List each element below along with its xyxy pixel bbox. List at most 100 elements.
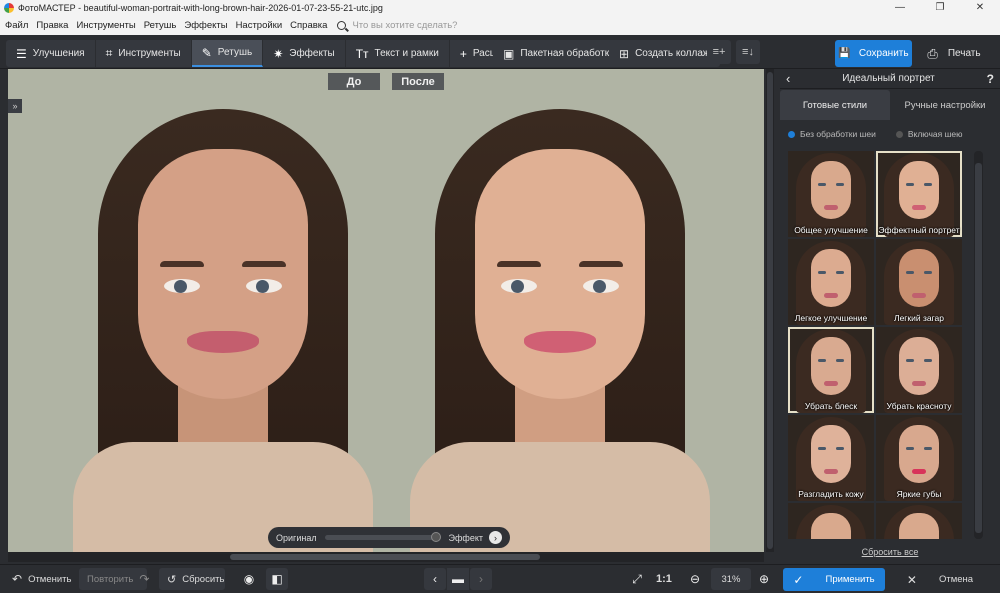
zoom-value[interactable]: 31% [711, 568, 751, 590]
lips [187, 331, 259, 353]
apply-button[interactable]: ✓ Применить [783, 568, 885, 591]
reset-button[interactable]: ↺ Сбросить [159, 568, 225, 590]
radio-with-neck[interactable]: Включая шею [895, 129, 963, 139]
zoom-out-icon[interactable]: ⊖ [684, 568, 706, 590]
bottom-bar: ↶ Отменить Повторить ↷ ↺ Сбросить ◉ ◧ ‹ ▬ ›… [0, 564, 1000, 593]
zoom-actual-size-button[interactable]: 1:1 [656, 568, 672, 590]
vertical-scrollbar[interactable] [766, 69, 774, 552]
tab-manual-settings[interactable]: Ручные настройки [890, 90, 1000, 120]
right-brow [579, 261, 623, 267]
folder-icon[interactable]: ▬ [447, 568, 469, 590]
undo-icon: ↶ [12, 572, 23, 586]
left-brow [497, 261, 541, 267]
redo-button[interactable]: Повторить ↷ [79, 568, 149, 590]
tab-tools[interactable]: ⌗ Инструменты [96, 40, 192, 67]
preset-thumbnail[interactable]: Разгладить кожу [788, 415, 874, 501]
preset-grid: Общее улучшение Эффектный портрет Легкое… [788, 151, 964, 539]
undo-button[interactable]: ↶ Отменить [12, 568, 71, 590]
menu-effects[interactable]: Эффекты [184, 20, 227, 31]
close-icon[interactable]: ✕ [960, 2, 1000, 13]
history-icon[interactable]: ≡↓ [736, 40, 760, 64]
cancel-button[interactable]: ✕ Отмена [890, 568, 990, 591]
preset-thumbnail[interactable]: Яркие губы [876, 415, 962, 501]
slider-handle[interactable] [430, 532, 441, 542]
menu-file[interactable]: Файл [5, 20, 28, 31]
chevron-left-icon[interactable]: ‹ [424, 568, 446, 590]
preset-thumbnail[interactable]: Общее улучшение [788, 151, 874, 237]
save-button[interactable]: 💾 Сохранить [835, 40, 912, 67]
maximize-icon[interactable]: ❐ [920, 2, 960, 13]
before-label: До [328, 73, 380, 90]
before-photo [68, 109, 378, 552]
left-eye [501, 279, 537, 293]
image-stack-icon: ▣ [503, 46, 515, 61]
tab-retouch[interactable]: ✎ Ретушь [191, 40, 264, 67]
menu-help[interactable]: Справка [290, 20, 327, 31]
perfect-portrait-panel: ‹ Идеальный портрет ? Готовые стили Ручн… [780, 69, 1000, 564]
left-brow [160, 261, 204, 267]
plus-icon: + [459, 46, 467, 61]
expand-sidebar-icon[interactable]: » [8, 99, 22, 113]
compare-icon[interactable]: ◧ [266, 568, 288, 590]
printer-icon: ⎙ [927, 45, 938, 61]
check-icon: ✓ [793, 572, 804, 587]
menu-tools[interactable]: Инструменты [76, 20, 135, 31]
tool-tabs: ☰ Улучшения ⌗ Инструменты ✎ Ретушь ✷ Эффекты… [6, 40, 541, 67]
help-icon[interactable]: ? [987, 72, 994, 86]
neck-options: Без обработки шеи Включая шею [788, 129, 998, 139]
horizontal-scrollbar[interactable] [8, 552, 764, 562]
menu-search[interactable]: Что вы хотите сделать? [337, 20, 457, 31]
preset-label: Убрать красноту [886, 401, 952, 411]
slider-track[interactable] [324, 532, 441, 542]
tab-improvements[interactable]: ☰ Улучшения [6, 40, 96, 67]
zoom-in-icon[interactable]: ⊕ [753, 568, 775, 590]
after-label: После [392, 73, 444, 90]
effect-label: Эффект [448, 532, 483, 543]
preset-thumbnail[interactable]: Легкое улучшение [788, 239, 874, 325]
scroll-thumb[interactable] [975, 163, 982, 533]
minimize-icon[interactable]: — [880, 2, 920, 13]
fit-screen-icon[interactable]: ⤢ [626, 568, 648, 590]
print-button[interactable]: ⎙ Печать [915, 40, 993, 67]
face-skin [138, 149, 308, 399]
create-collage-button[interactable]: ⊞ Создать коллаж [609, 40, 720, 67]
effect-strength-slider[interactable]: Оригинал Эффект › [268, 527, 510, 548]
chevron-right-icon[interactable]: › [470, 568, 492, 590]
preset-label: Эффектный портрет [878, 225, 960, 235]
menu-retouch[interactable]: Ретушь [144, 20, 177, 31]
batch-processing-button[interactable]: ▣ Пакетная обработка [493, 40, 625, 67]
tab-ready-styles[interactable]: Готовые стили [780, 90, 890, 120]
panel-title: Идеальный портрет [842, 73, 935, 84]
photo-canvas[interactable]: » До После [8, 69, 764, 552]
sliders-icon: ☰ [16, 46, 27, 61]
scroll-thumb[interactable] [767, 72, 773, 549]
magic-wand-icon: ✷ [273, 46, 284, 61]
preset-thumbnail[interactable]: Легкий загар [876, 239, 962, 325]
menu-edit[interactable]: Правка [36, 20, 68, 31]
menu-bar: Файл Правка Инструменты Ретушь Эффекты Н… [0, 15, 1000, 35]
search-placeholder[interactable]: Что вы хотите сделать? [352, 20, 457, 31]
menu-settings[interactable]: Настройки [236, 20, 283, 31]
preset-thumbnail[interactable] [788, 503, 874, 539]
preset-thumbnail[interactable]: Убрать красноту [876, 327, 962, 413]
panel-tabs: Готовые стили Ручные настройки [780, 90, 1000, 120]
radio-without-neck[interactable]: Без обработки шеи [788, 129, 876, 139]
add-layer-icon[interactable]: ≡+ [707, 40, 731, 64]
preset-thumbnail[interactable]: Эффектный портрет [876, 151, 962, 237]
chevron-right-icon[interactable]: › [489, 531, 502, 544]
face-skin [475, 149, 645, 399]
preset-thumbnail[interactable] [876, 503, 962, 539]
app-logo-icon [4, 2, 14, 13]
preset-label: Разгладить кожу [798, 489, 864, 499]
preset-label: Яркие губы [896, 489, 942, 499]
preset-thumbnail[interactable]: Убрать блеск [788, 327, 874, 413]
preset-scrollbar[interactable] [974, 151, 983, 539]
eye-icon[interactable]: ◉ [238, 568, 260, 590]
tab-text-frames[interactable]: Tт Текст и рамки [346, 40, 450, 67]
scroll-thumb[interactable] [230, 554, 540, 560]
collage-icon: ⊞ [619, 46, 630, 61]
tab-effects[interactable]: ✷ Эффекты [263, 40, 346, 67]
crop-icon: ⌗ [105, 46, 113, 60]
preset-label: Убрать блеск [804, 401, 858, 411]
reset-all-link[interactable]: Сбросить все [780, 547, 1000, 557]
